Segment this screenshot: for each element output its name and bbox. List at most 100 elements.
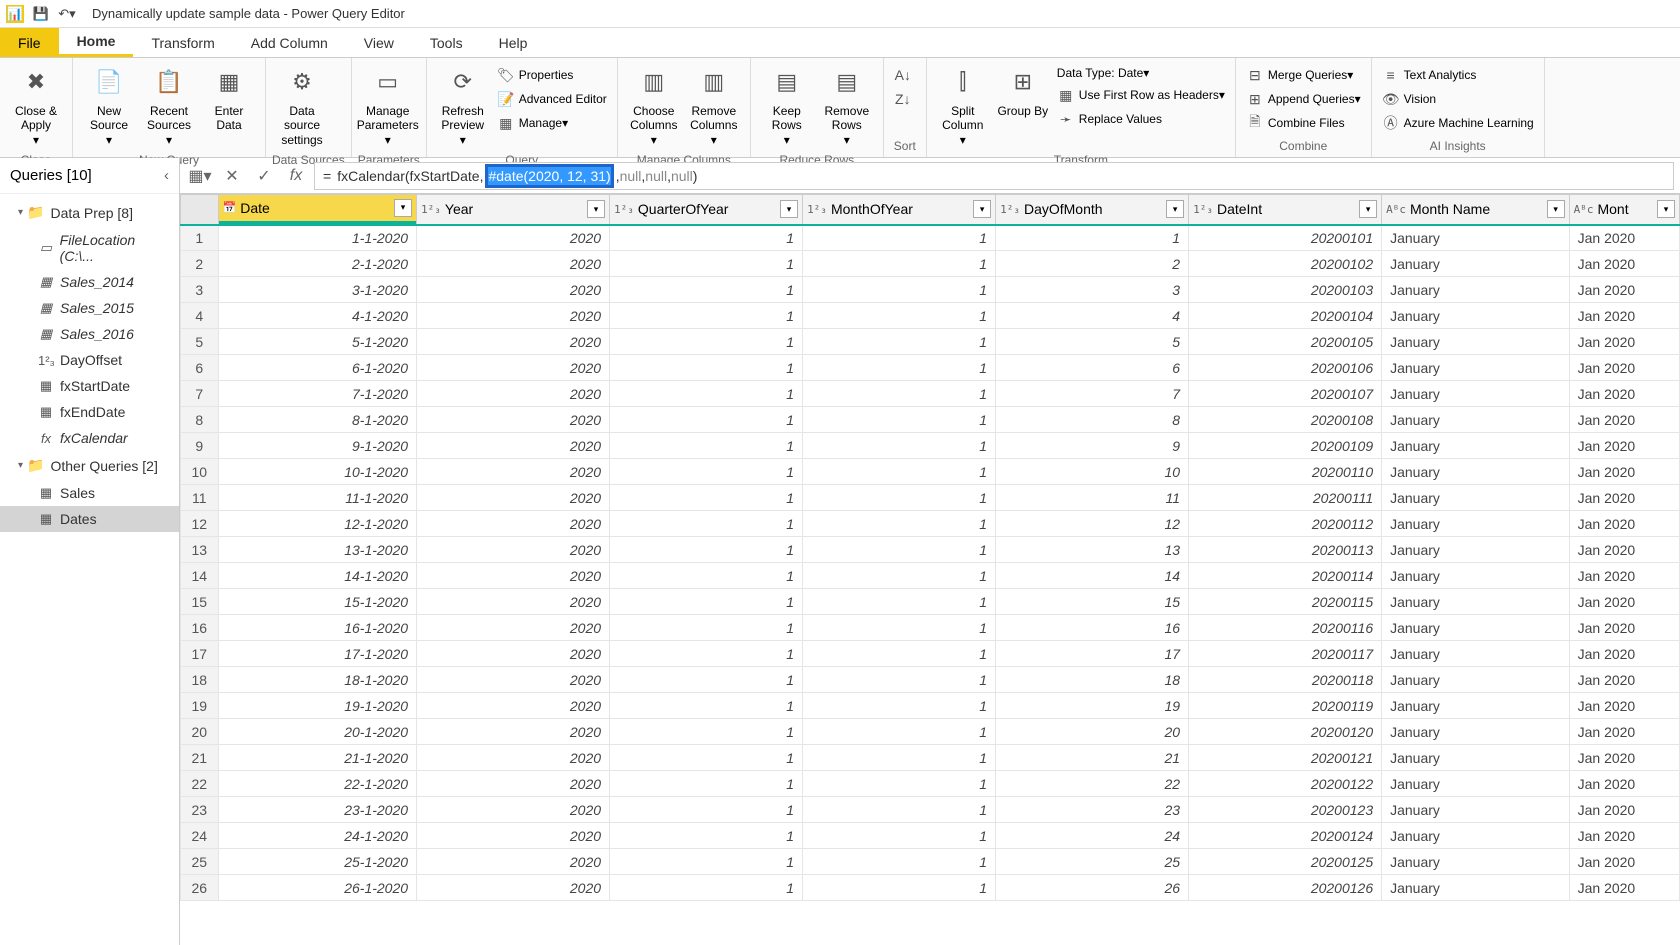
- cell[interactable]: 2020: [417, 355, 610, 381]
- merge-queries-button[interactable]: ⊟Merge Queries ▾: [1242, 64, 1365, 86]
- cell[interactable]: Jan 2020: [1569, 589, 1679, 615]
- cell[interactable]: January: [1382, 459, 1570, 485]
- filter-button[interactable]: ▾: [973, 200, 991, 218]
- cell[interactable]: 2020: [417, 849, 610, 875]
- cell[interactable]: January: [1382, 303, 1570, 329]
- sort-desc-button[interactable]: Z↓: [890, 88, 920, 110]
- cell[interactable]: 20200102: [1189, 251, 1382, 277]
- column-header-monthofyear[interactable]: 1²₃MonthOfYear▾: [803, 195, 996, 225]
- cell[interactable]: 1: [803, 641, 996, 667]
- cell[interactable]: Jan 2020: [1569, 225, 1679, 251]
- vision-button[interactable]: 👁Vision: [1378, 88, 1538, 110]
- cell[interactable]: 1: [610, 329, 803, 355]
- cell[interactable]: 20200122: [1189, 771, 1382, 797]
- query-item-sales-2014[interactable]: ▦Sales_2014: [0, 269, 179, 295]
- filter-button[interactable]: ▾: [1359, 200, 1377, 218]
- table-row[interactable]: 1111-1-20202020111120200111JanuaryJan 20…: [181, 485, 1680, 511]
- cell[interactable]: 8-1-2020: [218, 407, 417, 433]
- cell[interactable]: 15: [996, 589, 1189, 615]
- cell[interactable]: 7: [996, 381, 1189, 407]
- cell[interactable]: January: [1382, 797, 1570, 823]
- cell[interactable]: Jan 2020: [1569, 303, 1679, 329]
- cell[interactable]: 4-1-2020: [218, 303, 417, 329]
- table-row[interactable]: 2222-1-20202020112220200122JanuaryJan 20…: [181, 771, 1680, 797]
- cell[interactable]: 1: [610, 537, 803, 563]
- cell[interactable]: Jan 2020: [1569, 459, 1679, 485]
- table-row[interactable]: 55-1-2020202011520200105JanuaryJan 2020: [181, 329, 1680, 355]
- keep-rows-button[interactable]: ▤Keep Rows▾: [757, 60, 817, 151]
- cell[interactable]: Jan 2020: [1569, 563, 1679, 589]
- cell[interactable]: 1: [610, 485, 803, 511]
- tab-view[interactable]: View: [346, 28, 412, 57]
- cell[interactable]: 16-1-2020: [218, 615, 417, 641]
- cell[interactable]: 2020: [417, 693, 610, 719]
- filter-button[interactable]: ▾: [780, 200, 798, 218]
- save-button[interactable]: 💾: [30, 3, 52, 25]
- enter-data-button[interactable]: ▦Enter Data: [199, 60, 259, 137]
- query-group[interactable]: ▾📁Other Queries [2]: [0, 451, 179, 480]
- cell[interactable]: 1: [610, 615, 803, 641]
- cell[interactable]: 1: [803, 719, 996, 745]
- cell[interactable]: 20200115: [1189, 589, 1382, 615]
- query-item-dates[interactable]: ▦Dates: [0, 506, 179, 532]
- manage-button[interactable]: ▦Manage ▾: [493, 112, 611, 134]
- cell[interactable]: 1: [610, 381, 803, 407]
- cancel-formula-button[interactable]: ✕: [218, 162, 246, 190]
- split-column-button[interactable]: ⫿Split Column▾: [933, 60, 993, 151]
- filter-button[interactable]: ▾: [1547, 200, 1565, 218]
- cell[interactable]: 1: [610, 459, 803, 485]
- tab-help[interactable]: Help: [481, 28, 546, 57]
- cell[interactable]: 18-1-2020: [218, 667, 417, 693]
- cell[interactable]: 1: [803, 407, 996, 433]
- tab-transform[interactable]: Transform: [133, 28, 232, 57]
- cell[interactable]: 2020: [417, 433, 610, 459]
- cell[interactable]: 20200108: [1189, 407, 1382, 433]
- cell[interactable]: 20-1-2020: [218, 719, 417, 745]
- cell[interactable]: 10: [996, 459, 1189, 485]
- cell[interactable]: 1: [803, 589, 996, 615]
- cell[interactable]: 1: [803, 693, 996, 719]
- cell[interactable]: 10-1-2020: [218, 459, 417, 485]
- cell[interactable]: 1: [803, 563, 996, 589]
- cell[interactable]: 1: [803, 511, 996, 537]
- query-item-filelocation-c-[interactable]: ▭FileLocation (C:\...: [0, 227, 179, 269]
- cell[interactable]: 20200104: [1189, 303, 1382, 329]
- data-source-settings-button[interactable]: ⚙Data source settings: [272, 60, 332, 151]
- cell[interactable]: January: [1382, 849, 1570, 875]
- cell[interactable]: 20200109: [1189, 433, 1382, 459]
- cell[interactable]: 13-1-2020: [218, 537, 417, 563]
- table-row[interactable]: 1616-1-20202020111620200116JanuaryJan 20…: [181, 615, 1680, 641]
- cell[interactable]: 20200118: [1189, 667, 1382, 693]
- cell[interactable]: Jan 2020: [1569, 745, 1679, 771]
- cell[interactable]: 2020: [417, 823, 610, 849]
- cell[interactable]: 1: [803, 875, 996, 901]
- cell[interactable]: 2020: [417, 407, 610, 433]
- cell[interactable]: 1: [610, 823, 803, 849]
- cell[interactable]: 26-1-2020: [218, 875, 417, 901]
- table-row[interactable]: 33-1-2020202011320200103JanuaryJan 2020: [181, 277, 1680, 303]
- column-header-year[interactable]: 1²₃Year▾: [417, 195, 610, 225]
- choose-columns-button[interactable]: ▥Choose Columns▾: [624, 60, 684, 151]
- cell[interactable]: 20200110: [1189, 459, 1382, 485]
- cell[interactable]: January: [1382, 667, 1570, 693]
- accept-formula-button[interactable]: ✓: [250, 162, 278, 190]
- cell[interactable]: 2020: [417, 797, 610, 823]
- cell[interactable]: 1: [610, 771, 803, 797]
- advanced-editor-button[interactable]: 📝Advanced Editor: [493, 88, 611, 110]
- cell[interactable]: January: [1382, 251, 1570, 277]
- table-row[interactable]: 44-1-2020202011420200104JanuaryJan 2020: [181, 303, 1680, 329]
- cell[interactable]: 17: [996, 641, 1189, 667]
- cell[interactable]: January: [1382, 641, 1570, 667]
- cell[interactable]: 1: [803, 615, 996, 641]
- cell[interactable]: 9: [996, 433, 1189, 459]
- cell[interactable]: 25: [996, 849, 1189, 875]
- cell[interactable]: 20200121: [1189, 745, 1382, 771]
- cell[interactable]: January: [1382, 329, 1570, 355]
- cell[interactable]: 23-1-2020: [218, 797, 417, 823]
- cell[interactable]: Jan 2020: [1569, 329, 1679, 355]
- cell[interactable]: 22-1-2020: [218, 771, 417, 797]
- table-row[interactable]: 2323-1-20202020112320200123JanuaryJan 20…: [181, 797, 1680, 823]
- cell[interactable]: 2020: [417, 667, 610, 693]
- cell[interactable]: Jan 2020: [1569, 875, 1679, 901]
- cell[interactable]: Jan 2020: [1569, 849, 1679, 875]
